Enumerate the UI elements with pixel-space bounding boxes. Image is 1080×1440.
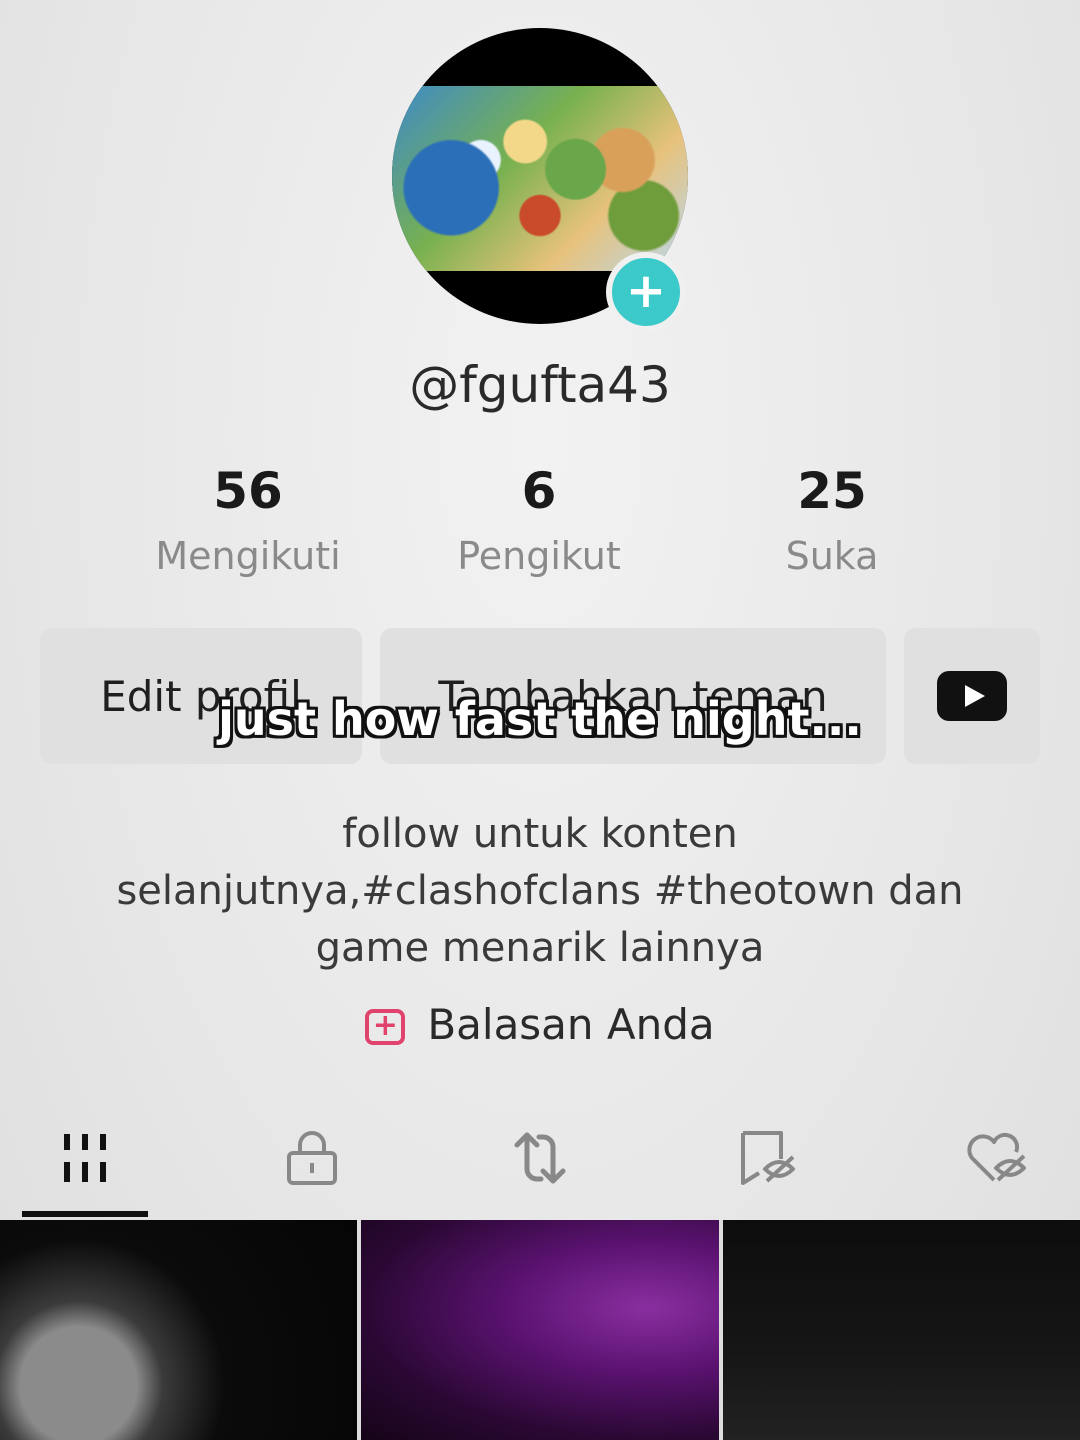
your-replies-link[interactable]: + Balasan Anda — [0, 1000, 1080, 1049]
lock-icon — [287, 1131, 337, 1185]
tab-favorites[interactable] — [704, 1108, 832, 1208]
video-thumbnail[interactable] — [722, 1220, 1080, 1440]
stat-followers[interactable]: 6 Pengikut — [389, 462, 689, 578]
stat-likes[interactable]: 25 Suka — [682, 462, 982, 578]
video-grid — [0, 1220, 1080, 1440]
stat-following-count: 56 — [213, 462, 283, 520]
stat-likes-label: Suka — [785, 534, 879, 578]
add-avatar-icon[interactable]: + — [606, 252, 686, 332]
reply-add-icon: + — [365, 1008, 406, 1045]
stat-likes-count: 25 — [797, 462, 867, 520]
repost-icon — [514, 1132, 566, 1184]
profile-bio: follow untuk konten selanjutnya,#clashof… — [60, 806, 1020, 977]
video-thumbnail[interactable] — [0, 1220, 358, 1440]
bio-line: game menarik lainnya — [315, 925, 765, 971]
tab-private[interactable] — [248, 1108, 376, 1208]
profile-avatar[interactable]: + — [392, 28, 688, 332]
heart-hidden-icon — [967, 1132, 1026, 1182]
stat-following[interactable]: 56 Mengikuti — [98, 462, 398, 578]
avatar-artwork — [392, 86, 688, 271]
stat-followers-label: Pengikut — [457, 534, 621, 578]
bookmark-hidden-icon — [741, 1131, 795, 1185]
profile-tabs — [0, 1108, 1080, 1220]
video-thumbnail[interactable] — [361, 1220, 719, 1440]
bio-line: follow untuk konten — [342, 811, 738, 857]
bio-line: selanjutnya,#clashofclans #theotown dan — [116, 868, 964, 914]
video-caption-overlay: just how fast the night... — [218, 692, 862, 746]
active-tab-indicator — [22, 1211, 148, 1217]
your-replies-label: Balasan Anda — [427, 1000, 715, 1049]
tab-reposts[interactable] — [476, 1108, 604, 1208]
stat-following-label: Mengikuti — [155, 534, 341, 578]
tab-videos[interactable] — [22, 1108, 150, 1208]
stat-followers-count: 6 — [521, 462, 557, 520]
tab-liked[interactable] — [932, 1108, 1060, 1208]
grid-icon — [64, 1134, 106, 1182]
username: @fgufta43 — [409, 356, 671, 414]
